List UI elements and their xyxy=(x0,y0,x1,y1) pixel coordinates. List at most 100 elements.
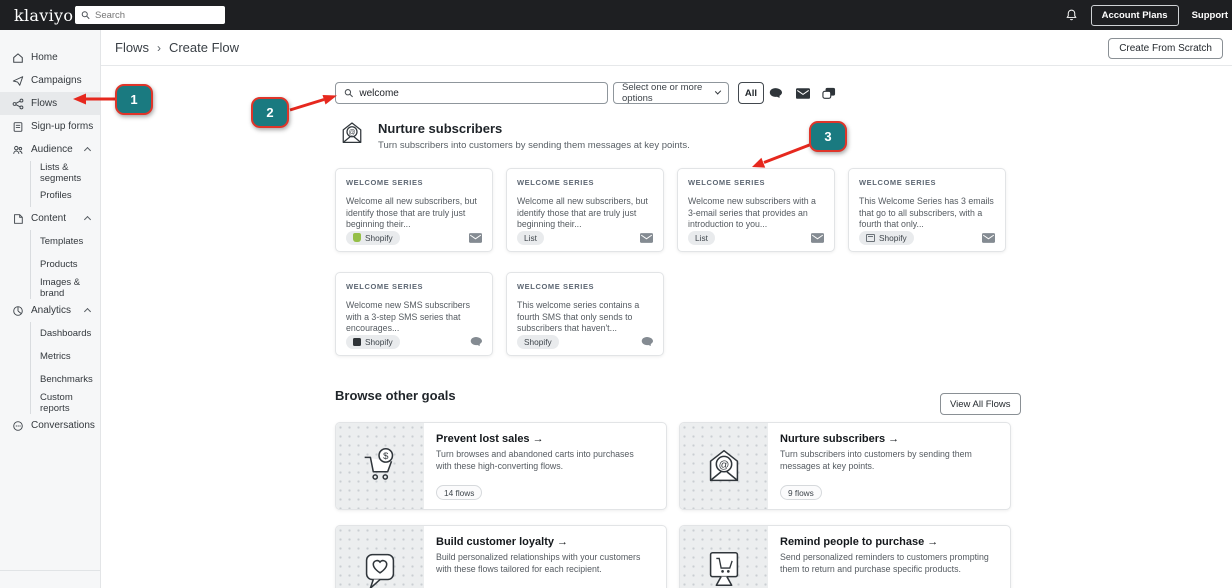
goal-title-link[interactable]: Build customer loyalty → xyxy=(436,536,654,548)
section-title: Nurture subscribers xyxy=(378,121,503,136)
template-card[interactable]: WELCOME SERIES Unique Discount w/ Remind… xyxy=(335,272,493,356)
list-badge: List xyxy=(517,230,544,245)
sidebar-item-audience[interactable]: Audience xyxy=(0,138,100,161)
sidebar-item-benchmarks[interactable]: Benchmarks xyxy=(31,368,100,391)
browse-goals-title: Browse other goals xyxy=(335,388,456,403)
list-badge: List xyxy=(688,230,715,245)
template-card[interactable]: WELCOME SERIES Final SMS Discount→ This … xyxy=(506,272,664,356)
send-icon xyxy=(11,75,24,87)
sidebar: Home Campaigns Flows Sign-up forms Audie… xyxy=(0,30,101,588)
svg-text:@: @ xyxy=(719,459,730,471)
storefront-icon xyxy=(866,233,875,242)
filter-email-button[interactable] xyxy=(794,85,812,101)
sidebar-item-signup-forms[interactable]: Sign-up forms xyxy=(0,115,100,138)
filter-all-button[interactable]: All xyxy=(738,82,764,104)
flow-search[interactable] xyxy=(335,82,608,104)
email-icon xyxy=(640,232,653,243)
topbar: klaviyo Account Plans Support xyxy=(0,0,1232,30)
sidebar-item-label: Lists & segments xyxy=(40,161,82,184)
sidebar-item-lists-segments[interactable]: Lists & segments xyxy=(31,161,100,184)
sidebar-analytics-subgroup: Dashboards Metrics Benchmarks Custom rep… xyxy=(30,322,100,414)
chevron-up-icon xyxy=(83,215,92,224)
badge-label: Shopify xyxy=(365,336,393,347)
email-icon xyxy=(469,232,482,243)
global-search-input[interactable] xyxy=(94,9,219,21)
card-description: Welcome all new subscribers, but identif… xyxy=(517,196,648,230)
sidebar-item-images-brand[interactable]: Images & brand xyxy=(31,276,100,299)
goal-card-remind-people-to-purchase[interactable]: Remind people to purchase → Send personal… xyxy=(679,525,1011,588)
sidebar-item-dashboards[interactable]: Dashboards xyxy=(31,322,100,345)
sidebar-content-subgroup: Templates Products Images & brand xyxy=(30,230,100,299)
breadcrumb-flows-link[interactable]: Flows xyxy=(115,40,149,55)
conversations-icon xyxy=(11,420,24,432)
create-from-scratch-button[interactable]: Create From Scratch xyxy=(1108,38,1223,59)
flow-search-input[interactable] xyxy=(359,87,599,99)
goal-icon-tile: @ xyxy=(680,423,768,509)
template-card[interactable]: WELCOME SERIES Standard→ Welcome new sub… xyxy=(677,168,835,252)
sms-icon xyxy=(641,337,653,347)
flow-count-badge: 9 flows xyxy=(780,485,822,500)
options-dropdown[interactable]: Select one or more options xyxy=(613,82,729,104)
annotation-arrow-1 xyxy=(73,93,117,105)
dropdown-label: Select one or more options xyxy=(622,82,703,104)
view-all-flows-button[interactable]: View All Flows xyxy=(940,393,1021,415)
annotation-step-1: 1 xyxy=(115,84,153,115)
goal-icon-tile xyxy=(680,526,768,588)
sms-icon xyxy=(769,88,782,98)
integration-badge: Shopify xyxy=(346,230,400,245)
sidebar-item-metrics[interactable]: Metrics xyxy=(31,345,100,368)
badge-label: Shopify xyxy=(365,232,393,243)
sidebar-item-templates[interactable]: Templates xyxy=(31,230,100,253)
annotation-arrow-2 xyxy=(289,95,337,112)
template-card[interactable]: WELCOME SERIES Final Email Discount→ Thi… xyxy=(848,168,1006,252)
sidebar-item-custom-reports[interactable]: Custom reports xyxy=(31,391,100,414)
sidebar-item-label: Profiles xyxy=(40,190,72,201)
klaviyo-logo[interactable]: klaviyo xyxy=(14,5,82,25)
card-description: Welcome new subscribers with a 3-email s… xyxy=(688,196,816,230)
card-description: Welcome all new subscribers, but identif… xyxy=(346,196,477,230)
sidebar-item-label: Campaigns xyxy=(31,75,82,86)
chevron-up-icon xyxy=(83,146,92,155)
notifications-bell-icon[interactable] xyxy=(1065,8,1078,22)
goal-card-build-customer-loyalty[interactable]: Build customer loyalty → Build personaliz… xyxy=(335,525,667,588)
goal-title: Build customer loyalty xyxy=(436,536,554,548)
sidebar-item-home[interactable]: Home xyxy=(0,46,100,69)
goal-card-prevent-lost-sales[interactable]: $ Prevent lost sales → Turn browses and a… xyxy=(335,422,667,510)
search-icon xyxy=(344,89,353,98)
breadcrumb-separator: › xyxy=(156,40,161,55)
support-link[interactable]: Support xyxy=(1192,10,1228,21)
sidebar-item-label: Audience xyxy=(31,144,73,155)
template-card[interactable]: WELCOME SERIES Customer v. Non-Customer→… xyxy=(335,168,493,252)
chevron-up-icon xyxy=(83,307,92,316)
goal-title-link[interactable]: Remind people to purchase → xyxy=(780,536,998,548)
filter-push-button[interactable] xyxy=(820,85,838,101)
goal-title-link[interactable]: Nurture subscribers → xyxy=(780,433,998,445)
goal-title: Nurture subscribers xyxy=(780,433,886,445)
arrow-icon: → xyxy=(532,433,544,445)
sidebar-item-products[interactable]: Products xyxy=(31,253,100,276)
analytics-icon xyxy=(11,305,24,317)
goal-card-nurture-subscribers[interactable]: @ Nurture subscribers → Turn subscribers … xyxy=(679,422,1011,510)
sidebar-item-conversations[interactable]: Conversations xyxy=(0,414,100,437)
sidebar-item-analytics[interactable]: Analytics xyxy=(0,299,100,322)
sidebar-item-content[interactable]: Content xyxy=(0,207,100,230)
search-icon xyxy=(81,11,90,20)
goal-icon-tile: $ xyxy=(336,423,424,509)
card-eyebrow: WELCOME SERIES xyxy=(517,282,595,291)
sidebar-audience-subgroup: Lists & segments Profiles xyxy=(30,161,100,207)
goal-title-link[interactable]: Prevent lost sales → xyxy=(436,433,654,445)
account-plans-button[interactable]: Account Plans xyxy=(1090,4,1179,26)
flows-icon xyxy=(11,98,24,110)
sidebar-item-campaigns[interactable]: Campaigns xyxy=(0,69,100,92)
home-icon xyxy=(11,52,24,64)
sidebar-item-profiles[interactable]: Profiles xyxy=(31,184,100,207)
envelope-at-icon: @ xyxy=(342,122,362,143)
filter-sms-button[interactable] xyxy=(766,85,784,101)
arrow-icon: → xyxy=(888,433,900,445)
shopify-icon xyxy=(353,337,361,346)
template-card[interactable]: WELCOME SERIES Customer v. Non-Customer→… xyxy=(506,168,664,252)
sidebar-item-label: Images & brand xyxy=(40,276,81,299)
global-search[interactable] xyxy=(75,6,225,24)
annotation-step-3: 3 xyxy=(809,121,847,152)
sidebar-item-label: Dashboards xyxy=(40,328,92,339)
